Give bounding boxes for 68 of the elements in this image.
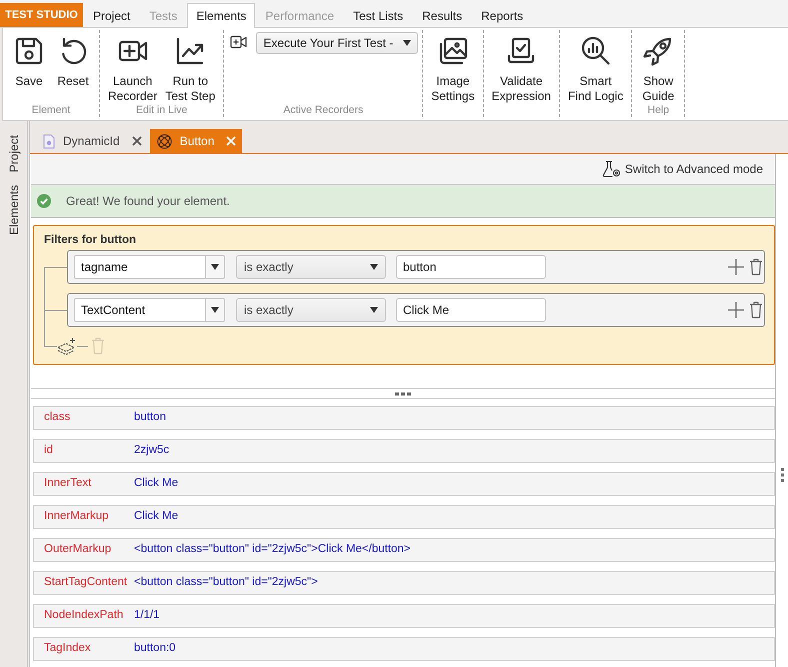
group-label: Element	[32, 104, 70, 117]
operator-select[interactable]: is exactly	[236, 298, 386, 322]
property-name: InnerMarkup	[44, 509, 110, 524]
group-label: Active Recorders	[283, 104, 364, 117]
side-tab[interactable]: Project	[6, 135, 20, 172]
value-field[interactable]: Click Me	[396, 298, 546, 322]
ribbon-button[interactable]: Reset	[51, 30, 95, 89]
ribbon-button[interactable]: Run to Test Step	[161, 30, 220, 104]
menu-tab[interactable]: Project	[84, 3, 140, 27]
property-name: id	[44, 443, 54, 458]
document-icon	[43, 134, 55, 148]
atom-icon	[156, 134, 172, 148]
property-name: InnerText	[44, 476, 92, 492]
attribute-field[interactable]: tagname	[74, 255, 206, 279]
ribbon-button[interactable]: Smart Find Logic	[564, 30, 628, 104]
property-value: button:0	[134, 641, 176, 656]
dropdown-button[interactable]	[206, 298, 225, 322]
add-icon[interactable]	[727, 301, 745, 319]
property-value: <button class="button" id="2zjw5c">Click Me</button>	[134, 542, 411, 558]
flask-icon	[602, 160, 622, 178]
ribbon-button[interactable]: Save	[7, 30, 51, 89]
video-camera-plus-icon[interactable]	[230, 35, 248, 49]
property-value: Click Me	[134, 509, 178, 524]
menu-tab[interactable]: Reports	[472, 3, 532, 27]
property-name: TagIndex	[44, 641, 92, 656]
magnifier-chart-icon	[580, 35, 612, 67]
menu-tab[interactable]: Test Lists	[344, 3, 412, 27]
side-tab[interactable]: Elements	[6, 185, 20, 236]
ribbon-button[interactable]: Show Guide	[636, 30, 680, 104]
grip-icon[interactable]	[780, 468, 784, 482]
delete-icon[interactable]	[749, 258, 763, 276]
filter-title: Filters for button	[44, 233, 136, 247]
group-label: Edit in Live	[136, 104, 188, 117]
add-icon[interactable]	[727, 258, 745, 276]
close-icon[interactable]	[132, 136, 142, 146]
check-circle-icon	[37, 194, 51, 208]
property-name: class	[44, 410, 72, 426]
property-name: OuterMarkup	[44, 542, 112, 558]
property-value: button	[134, 410, 166, 426]
property-name: StartTagContent	[44, 575, 128, 590]
ribbon-button[interactable]: Image Settings	[427, 30, 479, 104]
operator-select[interactable]: is exactly	[236, 255, 386, 279]
recorder-dropdown[interactable]: Execute Your First Test -	[256, 32, 418, 54]
property-value: 1/1/1	[134, 608, 160, 624]
property-value: Click Me	[134, 476, 178, 492]
menu-tab[interactable]: Results	[413, 3, 472, 27]
attribute-field[interactable]: TextContent	[74, 298, 206, 322]
menu-tab[interactable]: Elements	[187, 3, 256, 28]
value-field[interactable]: button	[396, 255, 546, 279]
caret-icon	[403, 40, 412, 46]
property-value: 2zjw5c	[134, 443, 170, 458]
caret-icon	[370, 307, 378, 313]
ribbon-button[interactable]: Launch Recorder	[104, 30, 162, 104]
status-message: Great! We found your element.	[66, 193, 230, 210]
document-tab[interactable]: DynamicId	[36, 129, 148, 153]
ribbon-button[interactable]: Validate Expression	[488, 30, 555, 104]
add-group-icon[interactable]	[57, 337, 77, 355]
delete-icon[interactable]	[749, 301, 763, 319]
caret-icon	[211, 307, 219, 313]
group-label: Help	[648, 104, 670, 117]
property-name: NodeIndexPath	[44, 608, 124, 624]
grip-icon[interactable]	[395, 392, 411, 396]
save-icon	[13, 35, 45, 67]
dropdown-button[interactable]	[206, 255, 225, 279]
property-value: <button class="button" id="2zjw5c">	[134, 575, 318, 590]
caret-icon	[211, 264, 219, 270]
advanced-mode-link[interactable]: Switch to Advanced mode	[602, 160, 763, 178]
caret-icon	[370, 264, 378, 270]
